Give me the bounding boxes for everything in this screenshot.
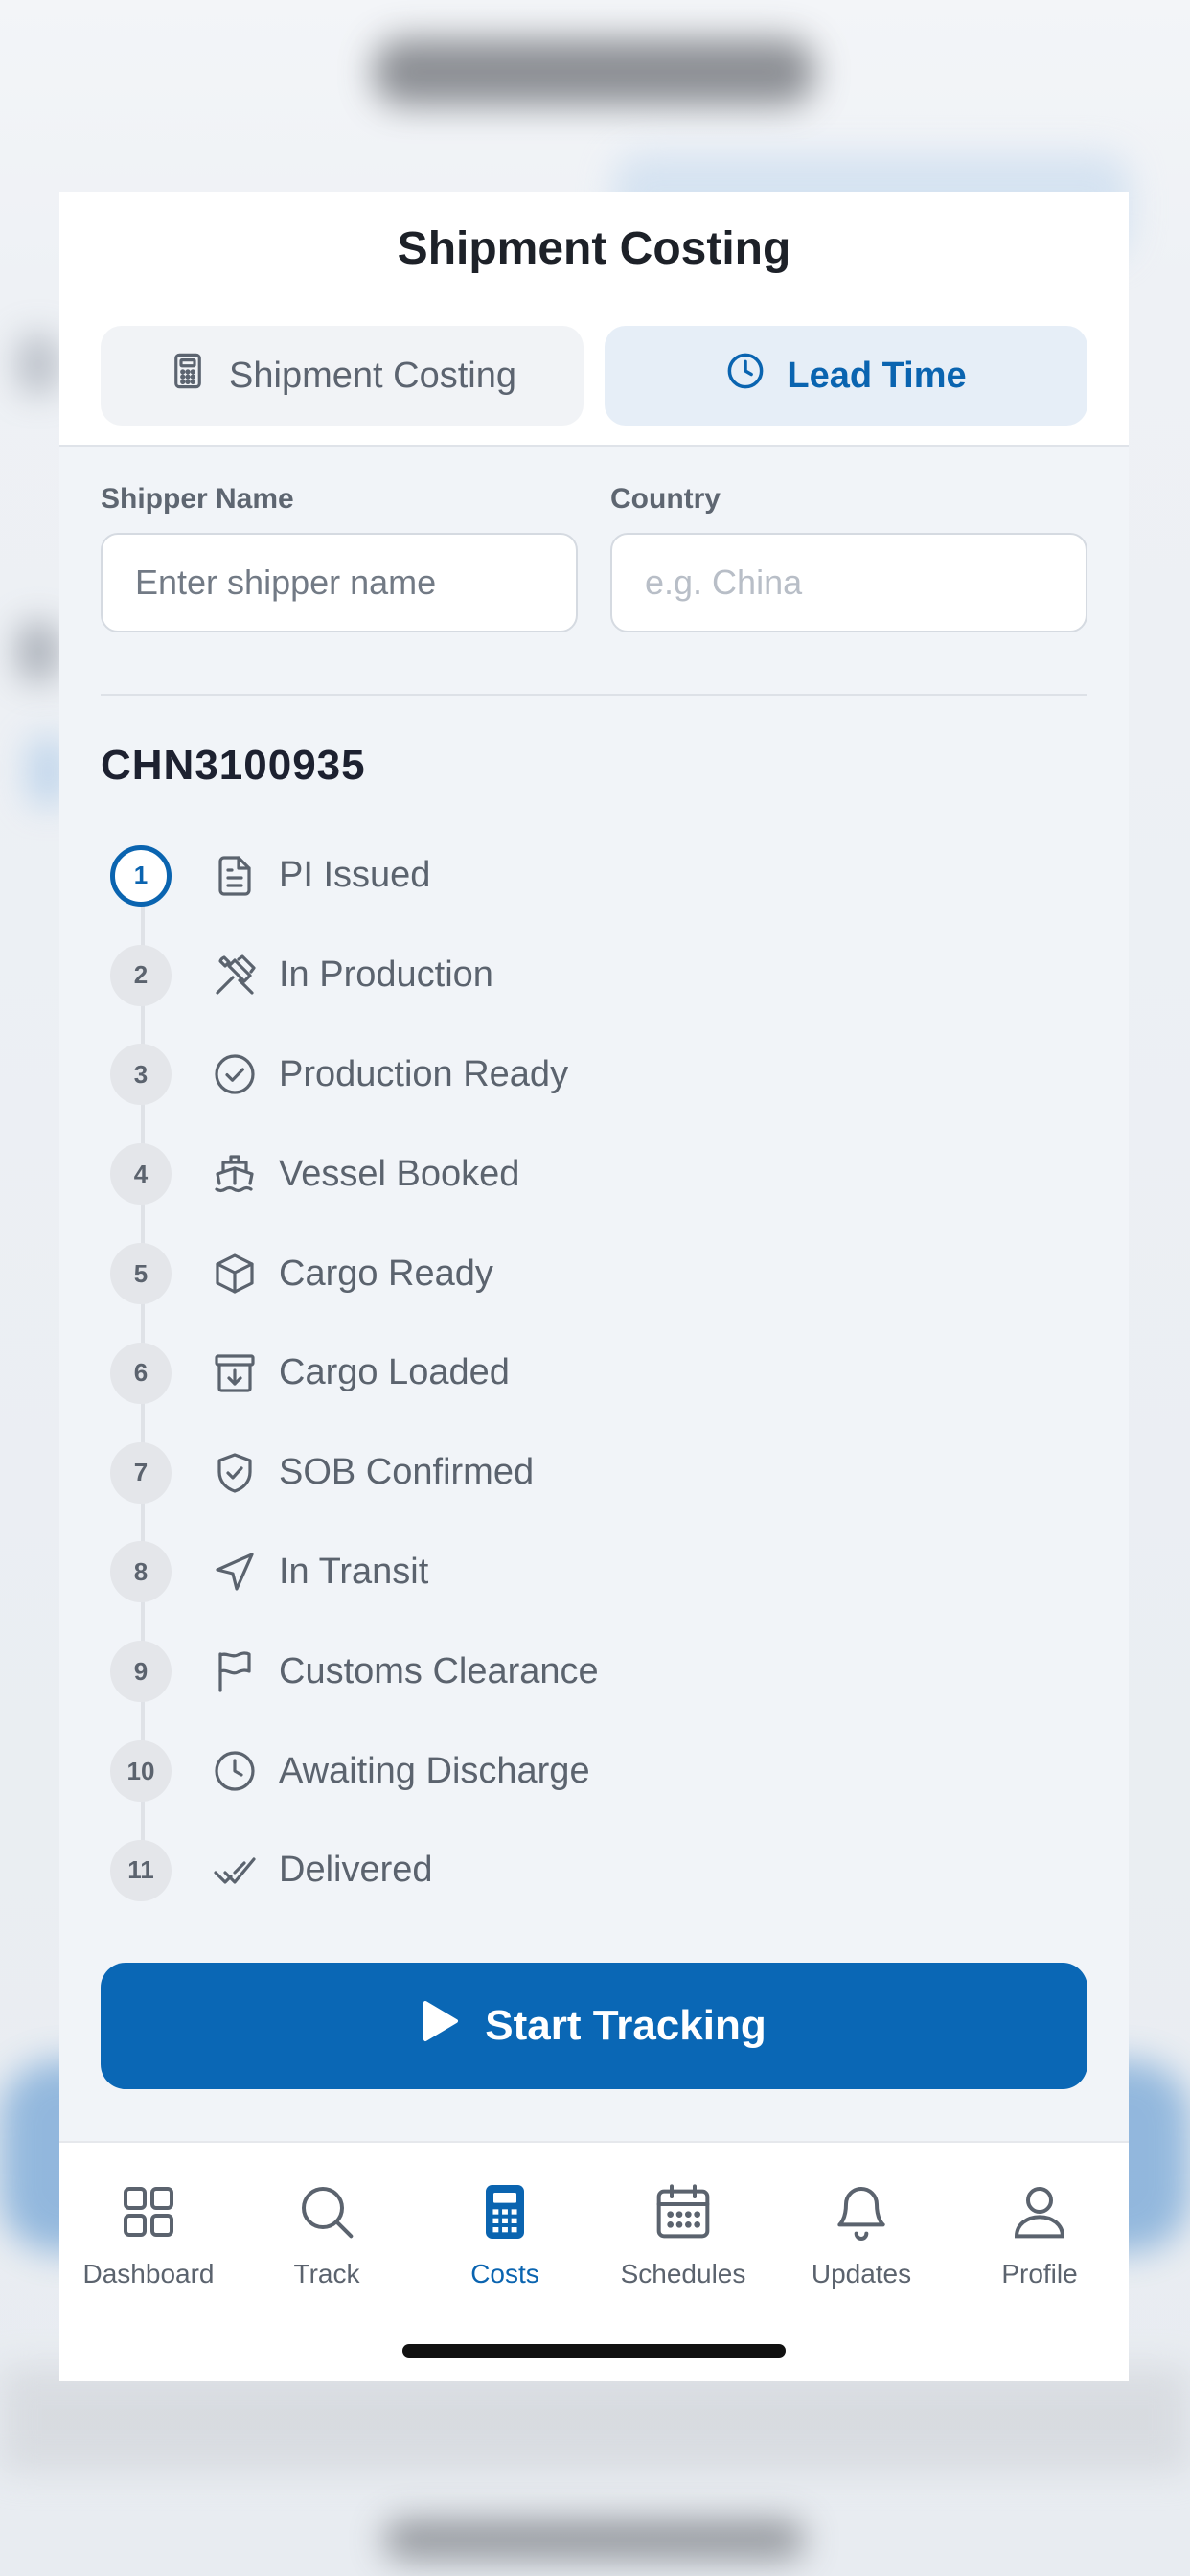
tools-icon xyxy=(212,953,258,999)
step-label: Vessel Booked xyxy=(279,1153,520,1194)
step-label: Cargo Loaded xyxy=(279,1352,510,1393)
step-pi-issued: 1 PI Issued xyxy=(101,826,1129,926)
navigation-icon xyxy=(212,1549,258,1595)
tab-label: Costs xyxy=(470,2259,539,2288)
shipper-form: Shipper Name Country xyxy=(59,447,1129,632)
tab-label: Dashboard xyxy=(82,2259,215,2288)
step-number: 1 xyxy=(110,844,172,907)
tab-updates[interactable]: Updates xyxy=(772,2143,950,2306)
tab-label: Shipment Costing xyxy=(229,355,516,396)
sheet-header: Shipment Costing xyxy=(59,192,1129,305)
box-icon xyxy=(212,1251,258,1297)
country-input[interactable] xyxy=(610,533,1087,632)
grid-icon xyxy=(118,2181,179,2247)
step-cargo-loaded: 6 Cargo Loaded xyxy=(101,1323,1129,1423)
shipment-costing-sheet: Shipment Costing Shipment Costing Lead T… xyxy=(59,192,1129,2380)
tab-label: Profile xyxy=(1001,2259,1078,2288)
shipper-name-field: Shipper Name xyxy=(101,483,578,632)
tab-profile[interactable]: Profile xyxy=(950,2143,1129,2306)
flag-icon xyxy=(212,1648,258,1694)
shipper-name-label: Shipper Name xyxy=(101,483,294,515)
play-icon xyxy=(422,2000,460,2053)
step-production-ready: 3 Production Ready xyxy=(101,1025,1129,1125)
step-number: 4 xyxy=(110,1143,172,1206)
lead-time-steps: 1 PI Issued 2 In Production 3 Production… xyxy=(101,826,1129,1920)
double-check-icon xyxy=(212,1848,258,1894)
divider xyxy=(101,694,1087,696)
step-number: 6 xyxy=(110,1342,172,1404)
archive-icon xyxy=(212,1350,258,1396)
tab-label: Lead Time xyxy=(787,355,967,396)
step-number: 5 xyxy=(110,1243,172,1305)
step-sob-confirmed: 7 SOB Confirmed xyxy=(101,1423,1129,1523)
search-icon xyxy=(296,2181,357,2247)
page-title: Shipment Costing xyxy=(397,222,791,274)
tab-label: Updates xyxy=(811,2259,912,2288)
step-in-transit: 8 In Transit xyxy=(101,1523,1129,1622)
step-label: Delivered xyxy=(279,1850,433,1891)
tab-shipment-costing[interactable]: Shipment Costing xyxy=(101,326,584,426)
home-indicator xyxy=(402,2344,786,2358)
step-number: 10 xyxy=(110,1740,172,1803)
step-label: In Transit xyxy=(279,1551,429,1592)
step-vessel-booked: 4 Vessel Booked xyxy=(101,1124,1129,1224)
tab-dashboard[interactable]: Dashboard xyxy=(59,2143,238,2306)
tab-label: Track xyxy=(293,2259,360,2288)
clock-icon xyxy=(725,351,766,401)
step-number: 8 xyxy=(110,1541,172,1603)
country-field: Country xyxy=(610,483,1087,632)
tab-label: Schedules xyxy=(620,2259,746,2288)
shipment-reference: CHN3100935 xyxy=(101,742,366,789)
step-label: SOB Confirmed xyxy=(279,1452,535,1493)
step-in-production: 2 In Production xyxy=(101,926,1129,1025)
calendar-icon xyxy=(652,2181,714,2247)
shield-check-icon xyxy=(212,1450,258,1496)
ship-icon xyxy=(212,1151,258,1197)
tab-schedules[interactable]: Schedules xyxy=(594,2143,772,2306)
step-label: Cargo Ready xyxy=(279,1253,493,1294)
calculator-icon xyxy=(168,351,208,401)
clock-icon xyxy=(212,1748,258,1794)
step-customs-clearance: 9 Customs Clearance xyxy=(101,1622,1129,1721)
document-icon xyxy=(212,853,258,899)
bottom-tab-bar: Dashboard Track Costs Schedules Updates … xyxy=(59,2141,1129,2380)
step-cargo-ready: 5 Cargo Ready xyxy=(101,1224,1129,1323)
shipper-name-input[interactable] xyxy=(101,533,578,632)
step-number: 2 xyxy=(110,944,172,1006)
user-icon xyxy=(1009,2181,1070,2247)
tab-lead-time[interactable]: Lead Time xyxy=(605,326,1087,426)
check-circle-icon xyxy=(212,1051,258,1097)
step-label: Awaiting Discharge xyxy=(279,1750,590,1791)
step-delivered: 11 Delivered xyxy=(101,1821,1129,1920)
tab-costs[interactable]: Costs xyxy=(416,2143,594,2306)
step-label: PI Issued xyxy=(279,855,431,896)
step-number: 9 xyxy=(110,1641,172,1703)
step-number: 11 xyxy=(110,1839,172,1901)
step-number: 3 xyxy=(110,1044,172,1106)
country-label: Country xyxy=(610,483,721,515)
step-label: In Production xyxy=(279,954,493,996)
tab-track[interactable]: Track xyxy=(238,2143,416,2306)
step-number: 7 xyxy=(110,1441,172,1504)
calculator-icon xyxy=(474,2181,536,2247)
start-tracking-label: Start Tracking xyxy=(485,2002,767,2049)
start-tracking-button[interactable]: Start Tracking xyxy=(101,1963,1087,2089)
bell-icon xyxy=(831,2181,892,2247)
step-awaiting-discharge: 10 Awaiting Discharge xyxy=(101,1721,1129,1821)
segmented-tabs: Shipment Costing Lead Time xyxy=(59,305,1129,447)
step-label: Customs Clearance xyxy=(279,1650,599,1691)
step-label: Production Ready xyxy=(279,1053,569,1094)
